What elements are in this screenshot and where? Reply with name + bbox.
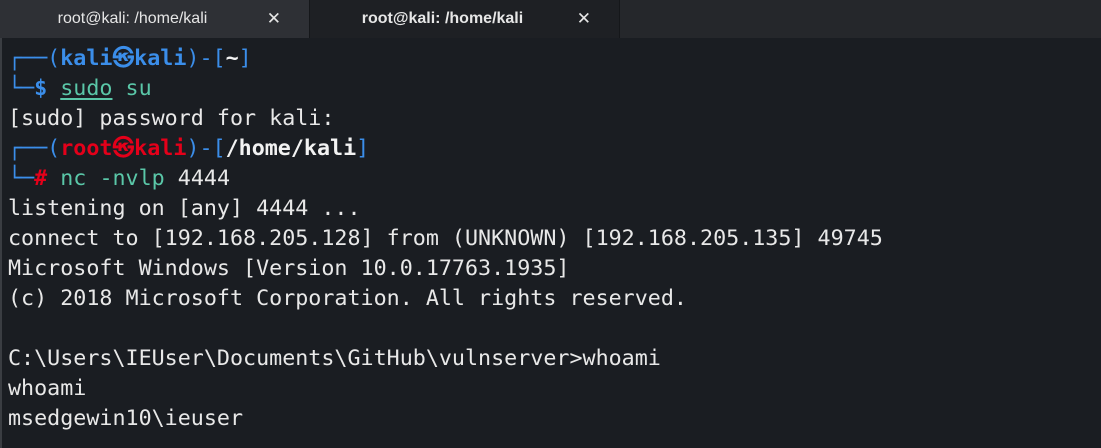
prompt-1-top: ┌──(kali㉿kali)-[~] [8,44,1101,74]
tab-2[interactable]: root@kali: /home/kali ✕ [310,0,620,38]
prompt-1-command-line: └─$ sudo su [8,74,1101,104]
prompt-2-command: nc [60,166,87,191]
tab-1-close-icon[interactable]: ✕ [267,9,281,29]
prompt-2-mid: )-[ [186,136,226,161]
prompt-2-user: root [60,136,113,161]
prompt-1-at: ㉿ [112,46,135,71]
prompt-1-corner-bottom: └─ [8,76,35,101]
output-line: listening on [any] 4444 ... [8,196,361,221]
output-line: C:\Users\IEUser\Documents\GitHub\vulnser… [8,346,661,371]
prompt-2-symbol: # [34,166,48,191]
tab-1[interactable]: root@kali: /home/kali ✕ [0,0,310,38]
prompt-1-user: kali [60,46,113,71]
prompt-2-args: -nvlp [99,166,165,191]
prompt-1-host: kali [134,46,187,71]
prompt-2-corner-bottom: └─ [8,166,35,191]
tab-1-label: root@kali: /home/kali [57,10,208,27]
prompt-2-corner: ┌──( [8,136,61,161]
prompt-1-args: su [125,76,152,101]
terminal-window: root@kali: /home/kali ✕ root@kali: /home… [0,0,1101,448]
prompt-1-path: ~ [225,46,239,71]
prompt-2-command-line: └─# nc -nvlp 4444 [8,164,1101,194]
prompt-2-at: ㉿ [112,136,135,161]
output-line: msedgewin10\ieuser [8,406,244,431]
output-line: (c) 2018 Microsoft Corporation. All righ… [8,286,687,311]
prompt-1-corner: ┌──( [8,46,61,71]
terminal-output[interactable]: ┌──(kali㉿kali)-[~] └─$ sudo su [sudo] pa… [0,38,1101,448]
prompt-2-port: 4444 [177,166,231,191]
prompt-1-end: ] [238,46,252,71]
prompt-1-symbol: $ [34,76,48,101]
tab-2-close-icon[interactable]: ✕ [577,9,591,29]
sudo-password-prompt: [sudo] password for kali: [8,106,335,131]
tab-2-label: root@kali: /home/kali [361,10,524,27]
prompt-2-path: /home/kali [225,136,357,161]
prompt-1-command: sudo [60,76,113,101]
prompt-1-mid: )-[ [186,46,226,71]
tab-bar: root@kali: /home/kali ✕ root@kali: /home… [0,0,1101,39]
output-line: whoami [8,376,87,401]
prompt-2-top: ┌──(root㉿kali)-[/home/kali] [8,134,1101,164]
output-line: connect to [192.168.205.128] from (UNKNO… [8,226,883,251]
prompt-2-end: ] [356,136,370,161]
output-line: Microsoft Windows [Version 10.0.17763.19… [8,256,570,281]
prompt-2-host: kali [134,136,187,161]
